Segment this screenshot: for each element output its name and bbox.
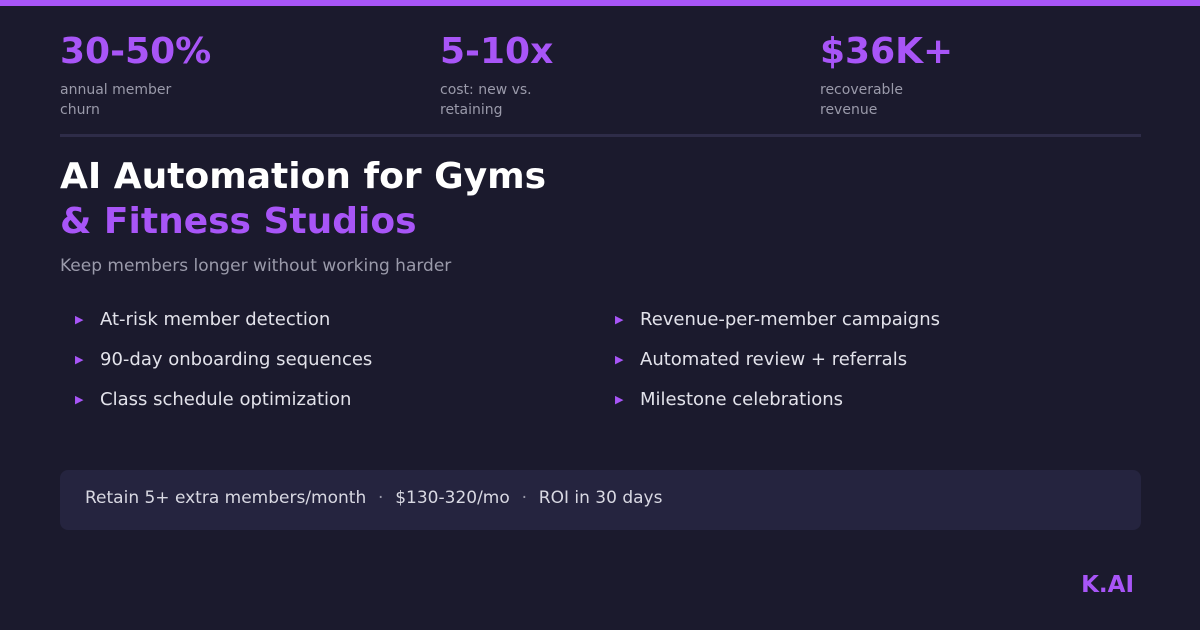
feature-list-left: ▶ At-risk member detection ▶ 90-day onbo… [60, 305, 372, 425]
banner-separator: · [521, 488, 527, 508]
triangle-right-icon: ▶ [615, 313, 624, 326]
summary-banner: Retain 5+ extra members/month · $130-320/m… [60, 470, 1141, 530]
feature-item: ▶ Milestone celebrations [600, 385, 940, 425]
subtitle: Keep members longer without working hard… [60, 256, 452, 276]
feature-label: Revenue-per-member campaigns [640, 309, 941, 330]
title-line-1: AI Automation for Gyms [60, 156, 547, 197]
banner-separator: · [378, 488, 384, 508]
stat-recoverable-revenue: $36K+ recoverable revenue [820, 32, 1120, 120]
stat-value: $36K+ [820, 31, 954, 72]
feature-list-right: ▶ Revenue-per-member campaigns ▶ Automat… [600, 305, 940, 425]
banner-roi: ROI in 30 days [538, 488, 663, 508]
feature-label: 90-day onboarding sequences [100, 349, 373, 370]
stat-value: 30-50% [60, 31, 212, 72]
top-accent-bar [0, 0, 1200, 6]
triangle-right-icon: ▶ [75, 393, 84, 406]
stat-label: annual member churn [60, 82, 172, 118]
feature-item: ▶ Revenue-per-member campaigns [600, 305, 940, 345]
feature-label: Class schedule optimization [100, 389, 352, 410]
feature-item: ▶ 90-day onboarding sequences [60, 345, 372, 385]
triangle-right-icon: ▶ [615, 393, 624, 406]
stat-label: recoverable revenue [820, 82, 903, 118]
stat-label: cost: new vs. retaining [440, 82, 532, 118]
section-divider [60, 134, 1141, 137]
stat-acquisition-cost: 5-10x cost: new vs. retaining [440, 32, 740, 120]
feature-label: Milestone celebrations [640, 389, 844, 410]
feature-item: ▶ Class schedule optimization [60, 385, 372, 425]
feature-item: ▶ Automated review + referrals [600, 345, 940, 385]
triangle-right-icon: ▶ [615, 353, 624, 366]
banner-price: $130-320/mo [395, 488, 510, 508]
feature-label: Automated review + referrals [640, 349, 908, 370]
feature-item: ▶ At-risk member detection [60, 305, 372, 345]
triangle-right-icon: ▶ [75, 313, 84, 326]
banner-retention: Retain 5+ extra members/month [85, 488, 367, 508]
title-line-2: & Fitness Studios [60, 201, 417, 242]
stat-value: 5-10x [440, 31, 554, 72]
triangle-right-icon: ▶ [75, 353, 84, 366]
page-title: AI Automation for Gyms & Fitness Studios [60, 154, 546, 244]
stat-churn: 30-50% annual member churn [60, 32, 360, 120]
feature-label: At-risk member detection [100, 309, 331, 330]
brand-logo: K.AI [1081, 572, 1134, 598]
